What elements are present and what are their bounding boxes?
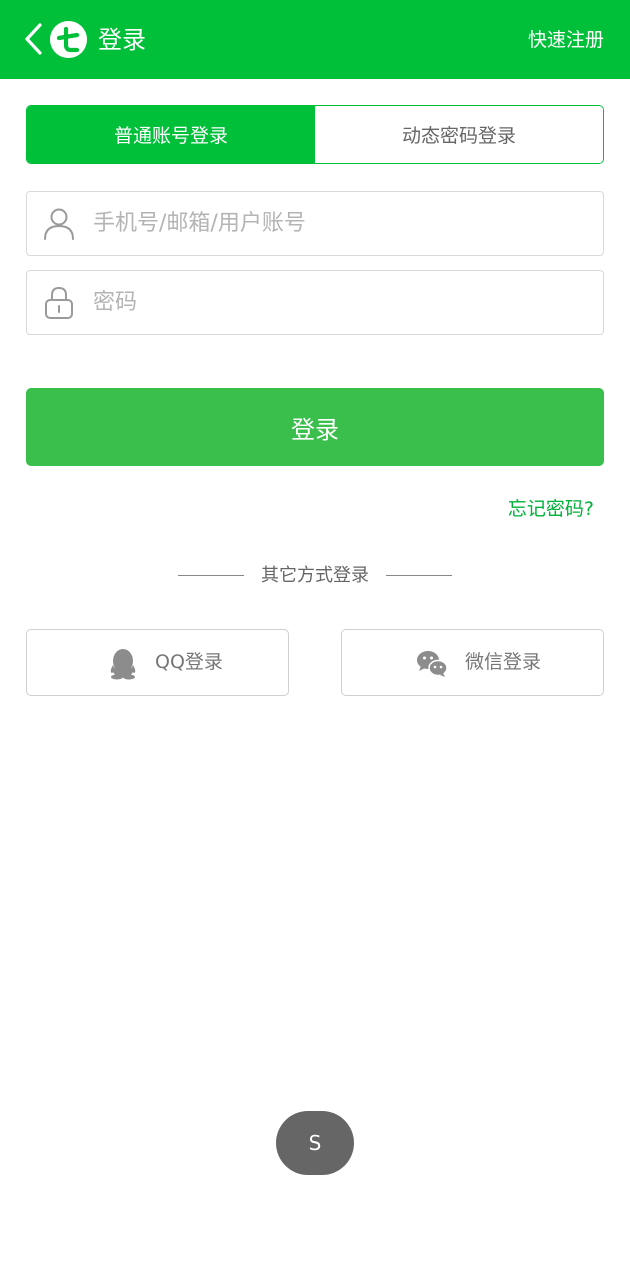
qq-penguin-icon (110, 649, 136, 680)
header-bar: 登录 快速注册 (0, 0, 630, 79)
other-login-divider: 其它方式登录 (178, 562, 452, 590)
tab-dynamic-password-login[interactable]: 动态密码登录 (315, 106, 603, 163)
qq-login-button[interactable]: QQ登录 (26, 629, 289, 696)
account-field (26, 191, 604, 256)
user-icon (44, 208, 74, 240)
divider-line-right (386, 575, 452, 576)
password-field (26, 270, 604, 335)
lock-icon (45, 286, 73, 319)
page-title: 登录 (98, 26, 146, 54)
password-input[interactable] (93, 271, 593, 334)
wechat-icon (417, 651, 448, 677)
tab-account-login[interactable]: 普通账号登录 (27, 106, 315, 163)
divider-line-left (178, 575, 244, 576)
wechat-login-label: 微信登录 (465, 651, 542, 673)
login-mode-tabs: 普通账号登录 动态密码登录 (26, 105, 604, 164)
wechat-login-button[interactable]: 微信登录 (341, 629, 604, 696)
forgot-password-link[interactable]: 忘记密码? (508, 494, 594, 524)
quick-register-link[interactable]: 快速注册 (528, 24, 604, 56)
other-login-label: 其它方式登录 (261, 565, 369, 586)
account-input[interactable] (93, 192, 593, 255)
brand-logo-icon (50, 21, 87, 58)
login-button[interactable]: 登录 (26, 388, 604, 466)
chevron-left-icon[interactable] (22, 22, 44, 56)
qq-login-label: QQ登录 (155, 651, 223, 673)
floating-s-button[interactable]: S (276, 1111, 354, 1175)
